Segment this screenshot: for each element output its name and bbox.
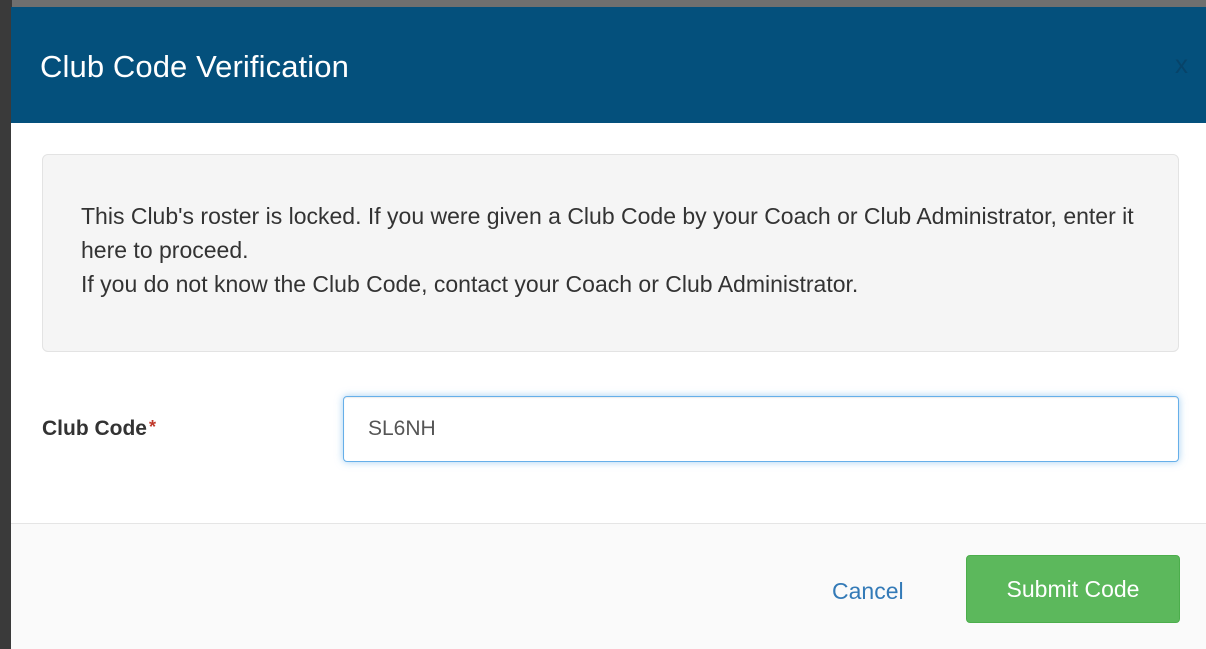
close-icon[interactable]: x — [1175, 51, 1188, 77]
club-code-label: Club Code * — [42, 417, 156, 441]
info-message-line-1: This Club's roster is locked. If you wer… — [81, 203, 1134, 263]
club-code-modal: Club Code Verification x This Club's ros… — [11, 7, 1206, 649]
modal-title: Club Code Verification — [40, 49, 349, 84]
submit-code-button[interactable]: Submit Code — [966, 555, 1180, 623]
club-code-input[interactable] — [343, 396, 1179, 462]
modal-footer: Cancel Submit Code — [11, 523, 1206, 649]
info-message-line-2: If you do not know the Club Code, contac… — [81, 271, 859, 297]
required-marker: * — [149, 417, 157, 437]
club-code-label-text: Club Code — [42, 417, 147, 440]
cancel-button[interactable]: Cancel — [832, 578, 904, 605]
modal-header: Club Code Verification x — [11, 7, 1206, 123]
info-message-well: This Club's roster is locked. If you wer… — [42, 154, 1179, 352]
